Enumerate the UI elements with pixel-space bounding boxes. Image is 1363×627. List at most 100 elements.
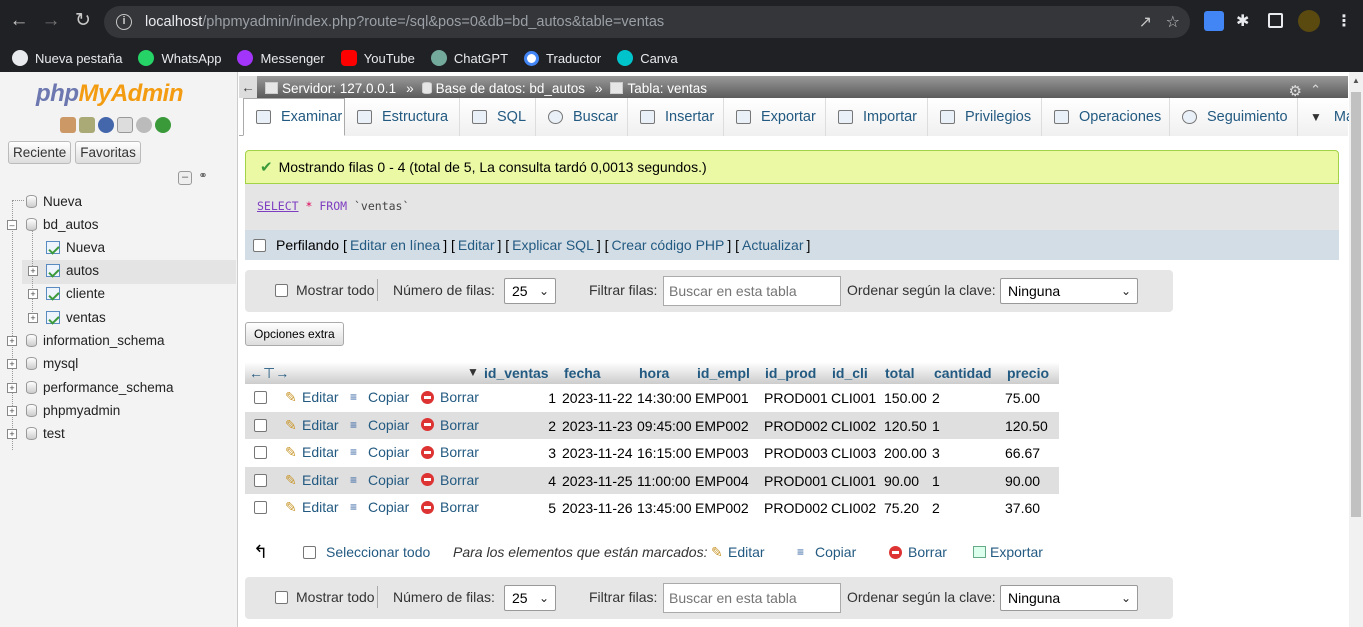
translate-extension-icon[interactable]	[1204, 11, 1224, 31]
create-php-link[interactable]: Crear código PHP	[612, 237, 725, 253]
column-header-id-prod[interactable]: id_prod	[765, 365, 816, 381]
cell-id-prod[interactable]: PROD002	[764, 500, 828, 516]
share-icon[interactable]: ↗	[1139, 12, 1152, 32]
column-header-hora[interactable]: hora	[639, 365, 669, 381]
tab-importar[interactable]: Importar	[826, 98, 928, 136]
row-checkbox[interactable]	[254, 391, 267, 404]
cell-id-cli[interactable]: CLI002	[831, 418, 876, 434]
star-icon[interactable]: ☆	[1166, 12, 1180, 32]
phpmyadmin-logo[interactable]: phpMyAdmin	[36, 80, 183, 108]
cell-id-ventas[interactable]: 5	[548, 500, 556, 516]
expand-phpmyadmin-icon[interactable]: +	[7, 406, 17, 416]
sort-dropdown-icon[interactable]: ▼	[467, 365, 479, 379]
cell-id-ventas[interactable]: 3	[548, 445, 556, 461]
sort-by-key-select[interactable]: Ninguna ⌄	[1000, 585, 1138, 611]
cell-cantidad[interactable]: 2	[932, 390, 940, 406]
sidepanel-icon[interactable]	[1268, 13, 1283, 28]
reload-nav-icon[interactable]	[155, 117, 171, 133]
bookmark-whatsapp[interactable]: WhatsApp	[138, 50, 221, 66]
collapse-top-icon[interactable]: ⌃	[1310, 82, 1321, 98]
profiling-checkbox[interactable]	[253, 238, 266, 252]
collapse-all-icon[interactable]: –	[178, 171, 192, 185]
cell-total[interactable]: 90.00	[884, 473, 919, 489]
settings-gear-icon[interactable]	[136, 117, 152, 133]
row-edit-button[interactable]: ✎ Editar	[285, 499, 339, 515]
tab-more[interactable]: ▼ Ma	[1298, 98, 1354, 136]
tree-db-phpmyadmin[interactable]: phpmyadmin	[26, 399, 120, 421]
column-header-id-cli[interactable]: id_cli	[832, 365, 868, 381]
cell-precio[interactable]: 120.50	[1005, 418, 1048, 434]
link-with-main-icon[interactable]: ⚭	[196, 171, 210, 185]
tree-item-new[interactable]: Nueva	[26, 190, 82, 212]
sort-by-key-select[interactable]: Ninguna ⌄	[1000, 278, 1138, 304]
bookmark-traductor[interactable]: Traductor	[524, 50, 601, 66]
sql-keyword-select[interactable]: SELECT	[257, 199, 299, 213]
expand-autos-icon[interactable]: +	[28, 266, 38, 276]
column-header-id-empl[interactable]: id_empl	[697, 365, 750, 381]
tree-item-bd-autos-new[interactable]: Nueva	[46, 236, 105, 258]
row-delete-button[interactable]: Borrar	[421, 444, 479, 460]
row-copy-button[interactable]: ≡ Copiar	[350, 472, 409, 488]
column-resize-arrows-icon[interactable]: ←⊤→	[249, 365, 289, 382]
expand-mysql-icon[interactable]: +	[7, 359, 17, 369]
collapse-nav-arrow-icon[interactable]: ←	[239, 76, 257, 100]
filter-rows-input[interactable]: Buscar en esta tabla	[663, 583, 841, 613]
breadcrumb-server[interactable]: Servidor: 127.0.0.1	[265, 81, 396, 96]
help-icon[interactable]	[98, 117, 114, 133]
cell-id-prod[interactable]: PROD001	[764, 473, 828, 489]
tree-db-information-schema[interactable]: information_schema	[26, 329, 165, 351]
expand-cliente-icon[interactable]: +	[28, 289, 38, 299]
row-edit-button[interactable]: ✎ Editar	[285, 417, 339, 433]
cell-id-empl[interactable]: EMP001	[695, 390, 749, 406]
home-icon[interactable]	[60, 117, 76, 133]
cell-id-ventas[interactable]: 1	[548, 390, 556, 406]
cell-precio[interactable]: 90.00	[1005, 473, 1040, 489]
address-bar[interactable]: i localhost/phpmyadmin/index.php?route=/…	[104, 6, 1190, 38]
show-all-checkbox[interactable]	[275, 591, 288, 604]
row-delete-button[interactable]: Borrar	[421, 417, 479, 433]
cell-total[interactable]: 150.00	[884, 390, 927, 406]
row-edit-button[interactable]: ✎ Editar	[285, 389, 339, 405]
bulk-export-button[interactable]: Exportar	[973, 544, 1043, 560]
tab-insertar[interactable]: Insertar	[628, 98, 724, 136]
row-delete-button[interactable]: Borrar	[421, 389, 479, 405]
column-header-id-ventas[interactable]: id_ventas	[484, 365, 549, 381]
bookmark-canva[interactable]: Canva	[617, 50, 678, 66]
sql-query-box[interactable]: SELECT * FROM `ventas`	[245, 184, 1339, 230]
column-header-precio[interactable]: precio	[1007, 365, 1049, 381]
column-header-total[interactable]: total	[885, 365, 915, 381]
cell-id-cli[interactable]: CLI001	[831, 390, 876, 406]
cell-total[interactable]: 75.20	[884, 500, 919, 516]
row-copy-button[interactable]: ≡ Copiar	[350, 417, 409, 433]
cell-hora[interactable]: 13:45:00	[637, 500, 692, 516]
bookmark-chatgpt[interactable]: ChatGPT	[430, 50, 508, 66]
cell-precio[interactable]: 66.67	[1005, 445, 1040, 461]
tab-privilegios[interactable]: Privilegios	[928, 98, 1042, 136]
rows-count-select[interactable]: 25 ⌄	[504, 585, 556, 611]
cell-cantidad[interactable]: 3	[932, 445, 940, 461]
cell-hora[interactable]: 16:15:00	[637, 445, 692, 461]
explain-sql-link[interactable]: Explicar SQL	[512, 237, 594, 253]
tree-db-bd-autos[interactable]: bd_autos	[26, 213, 99, 235]
cell-id-prod[interactable]: PROD003	[764, 445, 828, 461]
tree-table-cliente[interactable]: cliente	[46, 282, 105, 304]
bulk-copy-button[interactable]: ≡ Copiar	[797, 544, 856, 560]
tab-estructura[interactable]: Estructura	[345, 98, 460, 136]
tab-seguimiento[interactable]: Seguimiento	[1170, 98, 1298, 136]
menu-icon[interactable]: ⋮	[1336, 11, 1356, 31]
tree-db-test[interactable]: test	[26, 422, 65, 444]
cell-total[interactable]: 200.00	[884, 445, 927, 461]
bulk-delete-button[interactable]: Borrar	[889, 544, 947, 560]
row-copy-button[interactable]: ≡ Copiar	[350, 389, 409, 405]
tree-db-mysql[interactable]: mysql	[26, 352, 78, 374]
bookmark-nueva-pestana[interactable]: Nueva pestaña	[12, 50, 122, 66]
tree-table-autos[interactable]: autos	[46, 259, 99, 281]
cell-id-prod[interactable]: PROD001	[764, 390, 828, 406]
url-text[interactable]: localhost/phpmyadmin/index.php?route=/sq…	[145, 14, 664, 30]
row-edit-button[interactable]: ✎ Editar	[285, 444, 339, 460]
reload-icon[interactable]: ↻	[72, 10, 94, 32]
cell-fecha[interactable]: 2023-11-24	[562, 445, 633, 461]
cell-precio[interactable]: 37.60	[1005, 500, 1040, 516]
documentation-icon[interactable]	[117, 117, 133, 133]
extensions-icon[interactable]: ✱	[1236, 11, 1256, 31]
